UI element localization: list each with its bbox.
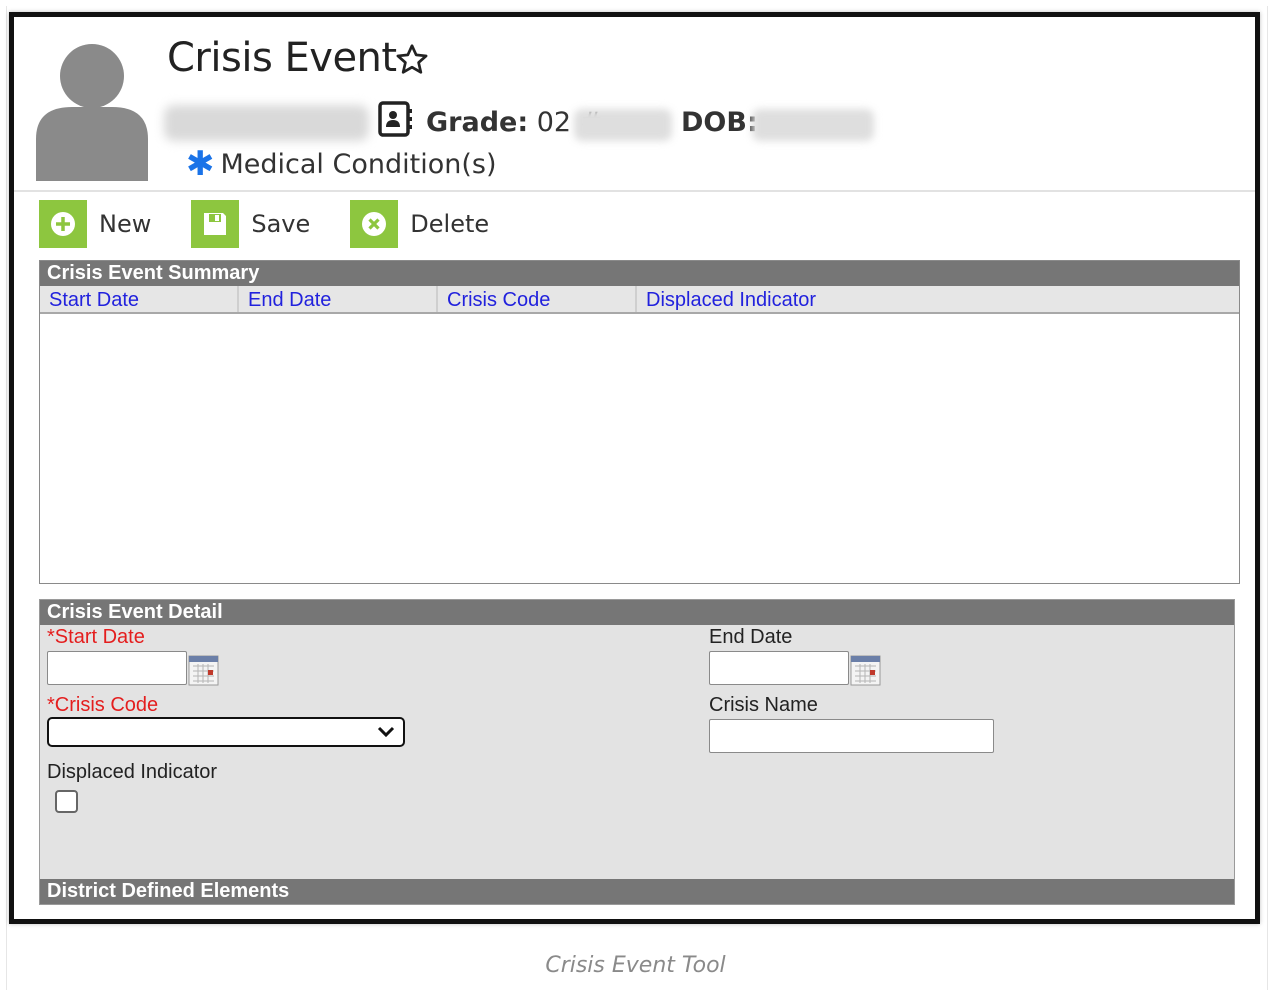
calendar-icon[interactable] xyxy=(188,655,219,686)
save-label: Save xyxy=(251,210,311,238)
column-displaced-indicator[interactable]: Displaced Indicator xyxy=(637,286,1239,312)
grade-value: 02 xyxy=(536,107,572,138)
student-name-redacted xyxy=(164,105,369,141)
medical-label: Medical Condition(s) xyxy=(220,148,497,180)
toolbar: New Save Delete xyxy=(39,200,529,248)
asterisk-icon: ✱ xyxy=(186,144,215,184)
figure-caption: Crisis Event Tool xyxy=(545,953,726,978)
dob-redacted xyxy=(752,109,874,141)
star-icon[interactable] xyxy=(394,42,430,78)
chevron-down-icon xyxy=(377,726,395,738)
crisis-code-label: *Crisis Code xyxy=(47,694,159,716)
new-label: New xyxy=(99,210,152,238)
grade-label: Grade: xyxy=(426,107,529,138)
end-date-label: End Date xyxy=(709,626,793,648)
new-button[interactable]: New xyxy=(39,200,151,248)
detail-title: Crisis Event Detail xyxy=(40,600,1234,625)
calendar-icon[interactable] xyxy=(850,655,881,686)
page-title: Crisis Event xyxy=(167,35,397,81)
summary-grid-header: Start Date End Date Crisis Code Displace… xyxy=(40,286,1239,314)
dob-info: DOB: xyxy=(681,107,758,138)
header-divider xyxy=(14,190,1255,192)
crisis-code-select[interactable] xyxy=(47,717,405,747)
displaced-indicator-label: Displaced Indicator xyxy=(47,761,218,783)
required-mark: * xyxy=(47,694,55,716)
delete-button[interactable]: Delete xyxy=(350,200,489,248)
delete-label: Delete xyxy=(410,210,490,238)
medical-conditions-link[interactable]: ✱ Medical Condition(s) xyxy=(186,147,497,181)
save-icon xyxy=(191,200,240,248)
add-icon xyxy=(39,200,87,248)
dob-label: DOB: xyxy=(681,107,758,138)
delete-icon xyxy=(350,200,399,248)
save-button[interactable]: Save xyxy=(191,200,310,248)
summary-grid-body xyxy=(40,314,1239,583)
summary-title: Crisis Event Summary xyxy=(40,261,1239,286)
crisis-event-panel: Crisis Event Grade: 02 # DOB: ✱ Medical … xyxy=(9,12,1260,924)
displaced-indicator-checkbox[interactable] xyxy=(55,790,78,813)
column-end-date[interactable]: End Date xyxy=(239,286,438,312)
student-id-redacted xyxy=(574,109,672,141)
required-mark: * xyxy=(47,626,55,648)
start-date-label: *Start Date xyxy=(47,626,145,648)
crisis-event-summary: Crisis Event Summary Start Date End Date… xyxy=(39,260,1240,584)
district-defined-elements-title: District Defined Elements xyxy=(40,879,1234,904)
user-avatar-icon xyxy=(36,44,148,181)
start-date-input[interactable] xyxy=(47,651,187,685)
crisis-event-detail: Crisis Event Detail *Start Date End Date… xyxy=(39,599,1235,905)
crisis-name-label: Crisis Name xyxy=(709,694,818,716)
contact-card-icon[interactable] xyxy=(377,100,413,138)
crisis-name-input[interactable] xyxy=(709,719,994,753)
end-date-input[interactable] xyxy=(709,651,849,685)
column-start-date[interactable]: Start Date xyxy=(40,286,239,312)
column-crisis-code[interactable]: Crisis Code xyxy=(438,286,637,312)
